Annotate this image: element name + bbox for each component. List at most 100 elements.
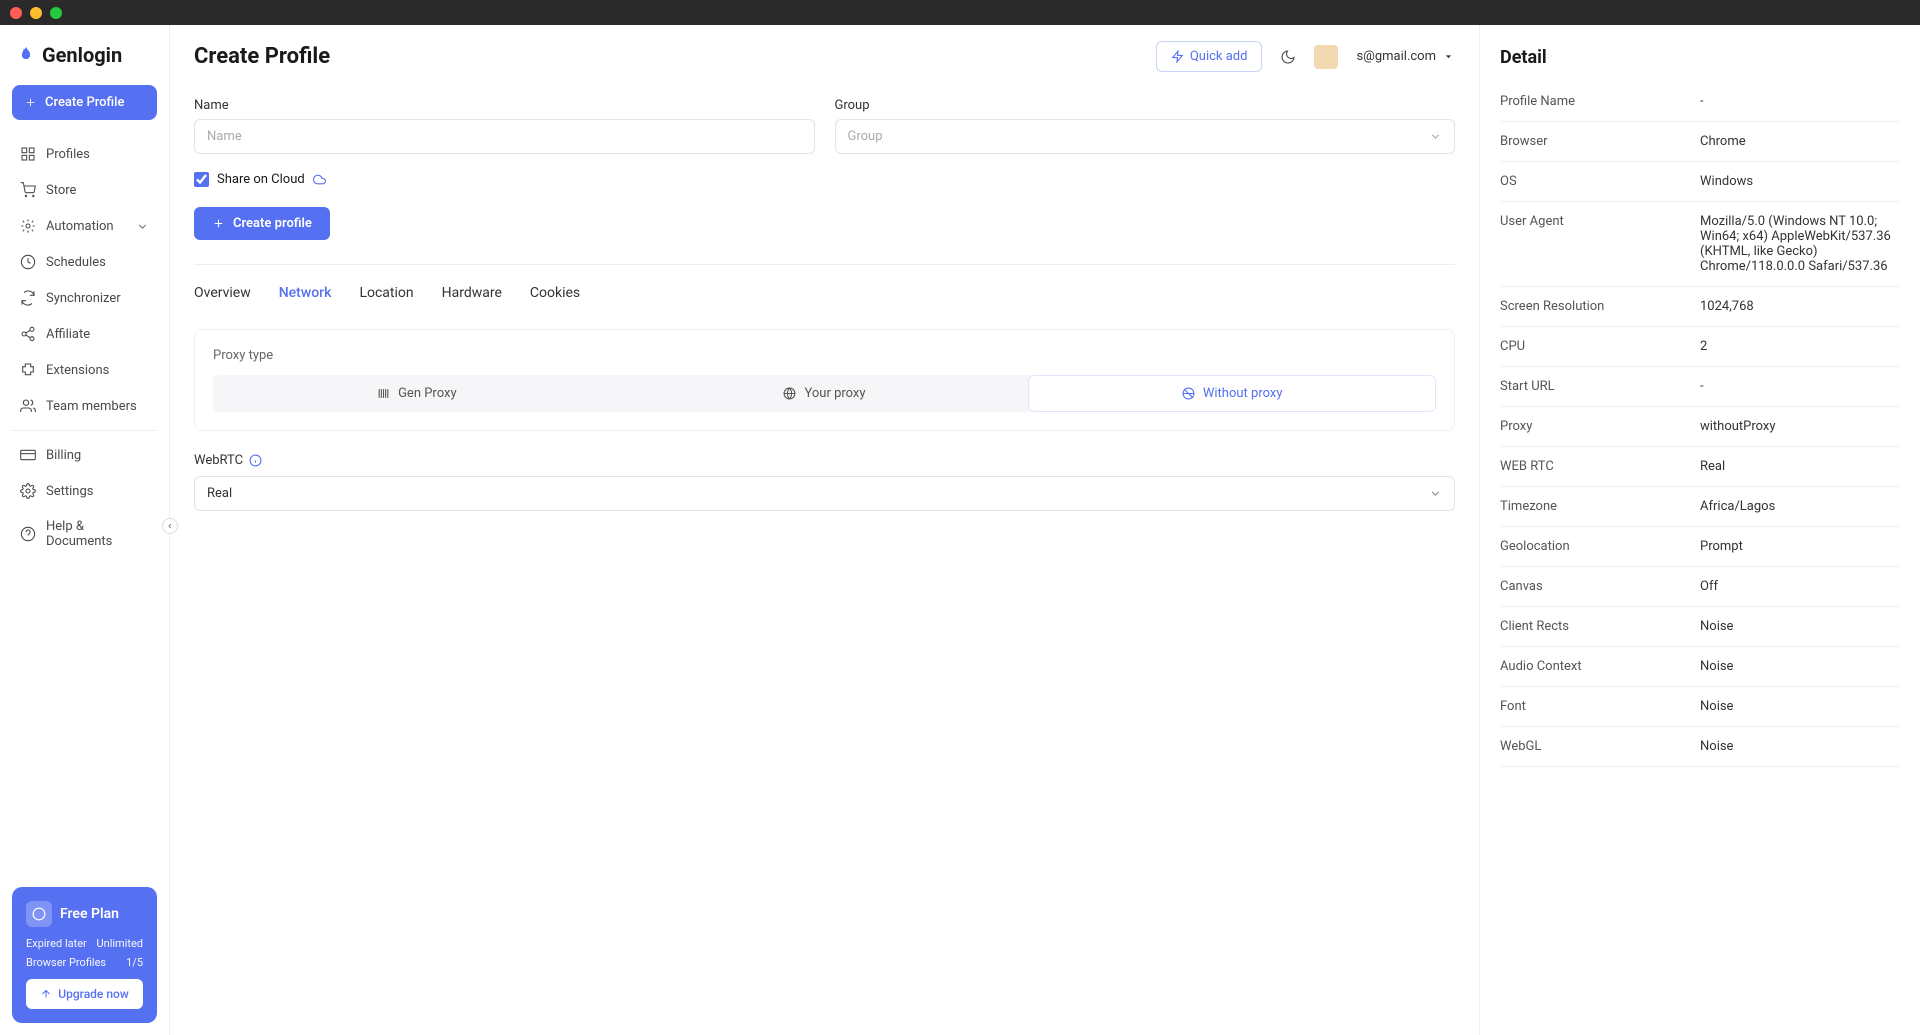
detail-row: GeolocationPrompt xyxy=(1500,527,1900,567)
detail-row: WebGLNoise xyxy=(1500,727,1900,767)
detail-value: Chrome xyxy=(1700,134,1900,149)
detail-key: Timezone xyxy=(1500,499,1700,514)
users-icon xyxy=(20,398,36,414)
globe-icon xyxy=(783,387,796,400)
detail-value: Windows xyxy=(1700,174,1900,189)
name-input[interactable] xyxy=(194,119,815,154)
detail-title: Detail xyxy=(1500,47,1900,68)
tab-cookies[interactable]: Cookies xyxy=(530,279,580,307)
detail-key: Client Rects xyxy=(1500,619,1700,634)
sidebar-item-label: Team members xyxy=(46,399,137,414)
close-window-button[interactable] xyxy=(10,7,22,19)
sidebar-item-label: Synchronizer xyxy=(46,291,121,306)
plan-row: Expired later Unlimited xyxy=(26,937,143,950)
detail-value: Noise xyxy=(1700,739,1900,754)
automation-icon xyxy=(20,218,36,234)
share-cloud-checkbox[interactable] xyxy=(194,172,209,187)
group-label: Group xyxy=(835,98,1456,113)
plan-value: Unlimited xyxy=(96,937,143,950)
group-select[interactable]: Group xyxy=(835,119,1456,154)
brand-name: Genlogin xyxy=(42,43,122,67)
maximize-window-button[interactable] xyxy=(50,7,62,19)
window-titlebar xyxy=(0,0,1920,25)
minimize-window-button[interactable] xyxy=(30,7,42,19)
segment-label: Gen Proxy xyxy=(398,386,457,401)
sidebar-item-help[interactable]: Help & Documents xyxy=(12,509,157,559)
grid-icon xyxy=(20,146,36,162)
account-menu[interactable]: s@gmail.com xyxy=(1356,49,1455,64)
webrtc-label: WebRTC xyxy=(194,453,243,468)
detail-row: User AgentMozilla/5.0 (Windows NT 10.0; … xyxy=(1500,202,1900,287)
submit-label: Create profile xyxy=(233,216,312,231)
proxy-option-none[interactable]: Without proxy xyxy=(1028,375,1436,412)
detail-panel: Detail Profile Name-BrowserChromeOSWindo… xyxy=(1480,25,1920,1035)
detail-key: User Agent xyxy=(1500,214,1700,274)
sidebar-item-store[interactable]: Store xyxy=(12,172,157,208)
detail-value: Real xyxy=(1700,459,1900,474)
sidebar-item-label: Profiles xyxy=(46,147,90,162)
proxy-panel: Proxy type Gen Proxy Your proxy Without … xyxy=(194,329,1455,431)
detail-value: Noise xyxy=(1700,659,1900,674)
main-content: Create Profile Quick add s@gmail.com xyxy=(170,25,1480,1035)
tab-overview[interactable]: Overview xyxy=(194,279,251,307)
chevron-down-icon xyxy=(1429,130,1442,143)
sidebar-item-synchronizer[interactable]: Synchronizer xyxy=(12,280,157,316)
flame-icon xyxy=(16,45,36,65)
proxy-option-gen[interactable]: Gen Proxy xyxy=(213,375,621,412)
detail-key: Browser xyxy=(1500,134,1700,149)
create-profile-button[interactable]: Create Profile xyxy=(12,85,157,120)
proxy-type-segmented: Gen Proxy Your proxy Without proxy xyxy=(213,375,1436,412)
sidebar-item-profiles[interactable]: Profiles xyxy=(12,136,157,172)
sidebar-item-extensions[interactable]: Extensions xyxy=(12,352,157,388)
create-profile-submit-button[interactable]: Create profile xyxy=(194,207,330,240)
chevron-down-icon xyxy=(136,220,149,233)
sidebar-item-billing[interactable]: Billing xyxy=(12,437,157,473)
sidebar-item-label: Settings xyxy=(46,484,93,499)
sidebar-item-label: Extensions xyxy=(46,363,109,378)
upgrade-button[interactable]: Upgrade now xyxy=(26,979,143,1009)
detail-key: WEB RTC xyxy=(1500,459,1700,474)
tabs: Overview Network Location Hardware Cooki… xyxy=(194,279,1455,307)
sidebar-item-affiliate[interactable]: Affiliate xyxy=(12,316,157,352)
detail-row: FontNoise xyxy=(1500,687,1900,727)
detail-row: Audio ContextNoise xyxy=(1500,647,1900,687)
sidebar-item-settings[interactable]: Settings xyxy=(12,473,157,509)
chevron-left-icon xyxy=(166,522,174,530)
sidebar-item-automation[interactable]: Automation xyxy=(12,208,157,244)
cloud-icon xyxy=(313,173,326,186)
plan-row: Browser Profiles 1/5 xyxy=(26,956,143,969)
tab-network[interactable]: Network xyxy=(279,279,332,307)
tab-hardware[interactable]: Hardware xyxy=(442,279,502,307)
avatar[interactable] xyxy=(1314,45,1338,69)
detail-key: Profile Name xyxy=(1500,94,1700,109)
detail-value: withoutProxy xyxy=(1700,419,1900,434)
detail-row: ProxywithoutProxy xyxy=(1500,407,1900,447)
detail-value: Noise xyxy=(1700,619,1900,634)
sidebar-item-team-members[interactable]: Team members xyxy=(12,388,157,424)
webrtc-value: Real xyxy=(207,486,232,501)
sidebar-item-schedules[interactable]: Schedules xyxy=(12,244,157,280)
credit-card-icon xyxy=(20,447,36,463)
share-icon xyxy=(20,326,36,342)
quick-add-button[interactable]: Quick add xyxy=(1156,41,1263,72)
detail-row: Profile Name- xyxy=(1500,82,1900,122)
create-profile-label: Create Profile xyxy=(45,95,124,110)
caret-down-icon xyxy=(1442,50,1455,63)
detail-key: Canvas xyxy=(1500,579,1700,594)
tab-location[interactable]: Location xyxy=(359,279,413,307)
clock-icon xyxy=(20,254,36,270)
detail-key: Font xyxy=(1500,699,1700,714)
detail-value: Prompt xyxy=(1700,539,1900,554)
globe-off-icon xyxy=(1182,387,1195,400)
proxy-type-label: Proxy type xyxy=(213,348,1436,363)
plan-title: Free Plan xyxy=(60,906,119,922)
page-title: Create Profile xyxy=(194,44,330,69)
gear-icon xyxy=(20,483,36,499)
plus-icon xyxy=(212,217,225,230)
webrtc-select[interactable]: Real xyxy=(194,476,1455,511)
detail-value: 2 xyxy=(1700,339,1900,354)
proxy-option-your[interactable]: Your proxy xyxy=(621,375,1029,412)
plan-key: Expired later xyxy=(26,937,87,950)
moon-icon[interactable] xyxy=(1280,49,1296,65)
sidebar-collapse-button[interactable] xyxy=(162,518,178,534)
